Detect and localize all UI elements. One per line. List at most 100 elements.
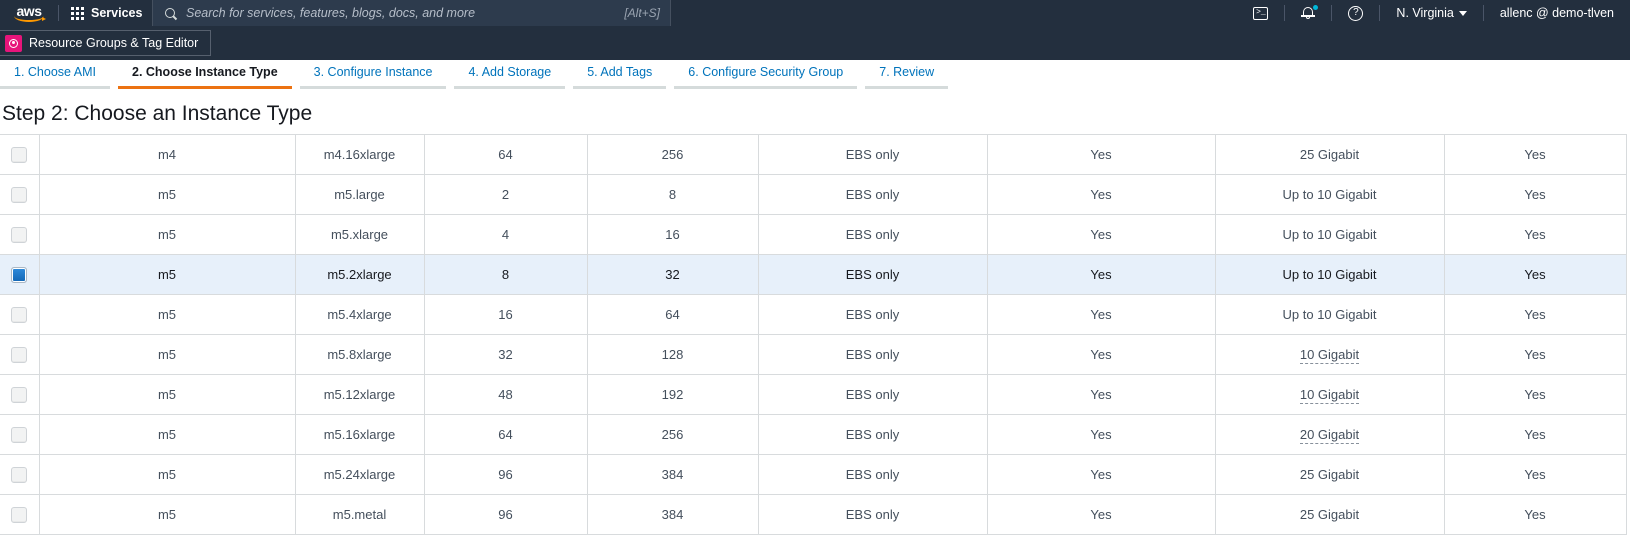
type-cell: m5.xlarge — [294, 214, 425, 255]
services-menu-button[interactable]: Services — [59, 0, 152, 26]
instance-storage-cell: EBS only — [757, 334, 988, 375]
row-select-cell[interactable] — [0, 494, 40, 535]
ipv6-support-cell: Yes — [1443, 214, 1627, 255]
search-icon — [165, 8, 175, 18]
ebs-optimized-cell: Yes — [986, 134, 1216, 175]
table-row[interactable]: m5 m5.large 2 8 EBS only Yes Up to 10 Gigabit Y… — [0, 174, 1627, 215]
family-cell: m5 — [38, 214, 296, 255]
vcpus-cell: 64 — [423, 134, 588, 175]
table-row[interactable]: m5 m5.4xlarge 16 64 EBS only Yes Up to 10 Giga… — [0, 294, 1627, 335]
instance-storage-cell: EBS only — [757, 134, 988, 175]
wizard-step-3[interactable]: 3. Configure Instance — [299, 60, 447, 89]
cloudshell-button[interactable]: >_ — [1237, 0, 1284, 26]
family-cell: m5 — [38, 454, 296, 495]
table-row[interactable]: m5 m5.16xlarge 64 256 EBS only Yes 20 Gigabit Y… — [0, 414, 1627, 455]
network-performance-tooltip-text[interactable]: 10 Gigabit — [1299, 347, 1360, 364]
notifications-button[interactable] — [1285, 0, 1331, 26]
type-cell: m5.metal — [294, 494, 425, 535]
search-placeholder-text: Search for services, features, blogs, do… — [186, 6, 476, 20]
network-performance-cell: 25 Gigabit — [1214, 454, 1445, 495]
wizard-step-underline — [865, 86, 949, 89]
ipv6-support-cell: Yes — [1443, 334, 1627, 375]
wizard-step-label: 2. Choose Instance Type — [132, 65, 278, 79]
table-row[interactable]: m5 m5.xlarge 4 16 EBS only Yes Up to 10 Gigabi… — [0, 214, 1627, 255]
instance-type-table-body: m4 m4.16xlarge 64 256 EBS only Yes 25 Gigabit Y… — [0, 134, 1627, 535]
wizard-step-1[interactable]: 1. Choose AMI — [0, 60, 110, 89]
network-performance-tooltip-text[interactable]: 20 Gigabit — [1299, 427, 1360, 444]
instance-storage-cell: EBS only — [757, 254, 988, 295]
network-performance-cell: Up to 10 Gigabit — [1214, 174, 1445, 215]
vcpus-cell: 16 — [423, 294, 588, 335]
row-select-cell[interactable] — [0, 374, 40, 415]
row-select-cell[interactable] — [0, 254, 40, 295]
wizard-step-label: 3. Configure Instance — [313, 65, 433, 79]
ipv6-support-cell: Yes — [1443, 254, 1627, 295]
wizard-step-label: 5. Add Tags — [587, 65, 653, 79]
help-circle-icon: ? — [1348, 5, 1364, 21]
row-select-cell[interactable] — [0, 334, 40, 375]
aws-logo[interactable]: aws — [0, 0, 58, 26]
row-select-cell[interactable] — [0, 214, 40, 255]
vcpus-cell: 96 — [423, 494, 588, 535]
resource-groups-tab[interactable]: Resource Groups & Tag Editor — [0, 30, 212, 56]
table-row[interactable]: m4 m4.16xlarge 64 256 EBS only Yes 25 Gigabit Y… — [0, 134, 1627, 175]
row-select-cell[interactable] — [0, 454, 40, 495]
page-title: Step 2: Choose an Instance Type — [2, 102, 313, 125]
network-performance-tooltip-text[interactable]: 10 Gigabit — [1299, 387, 1360, 404]
table-row[interactable]: m5 m5.8xlarge 32 128 EBS only Yes 10 Gigabit Ye… — [0, 334, 1627, 375]
help-button[interactable]: ? — [1332, 0, 1379, 26]
region-label: N. Virginia — [1396, 6, 1454, 20]
table-row[interactable]: m5 m5.24xlarge 96 384 EBS only Yes 25 Gigabit Y… — [0, 454, 1627, 495]
table-row[interactable]: m5 m5.metal 96 384 EBS only Yes 25 Gigabit Yes — [0, 494, 1627, 535]
network-performance-cell: Up to 10 Gigabit — [1214, 294, 1445, 335]
memory-cell: 128 — [586, 334, 759, 375]
global-search-input[interactable]: Search for services, features, blogs, do… — [152, 0, 671, 26]
memory-cell: 384 — [586, 494, 759, 535]
family-cell: m5 — [38, 374, 296, 415]
family-cell: m5 — [38, 174, 296, 215]
instance-storage-cell: EBS only — [757, 374, 988, 415]
row-select-cell[interactable] — [0, 174, 40, 215]
row-checkbox[interactable] — [11, 466, 28, 483]
network-performance-cell: 10 Gigabit — [1214, 374, 1445, 415]
wizard-step-2[interactable]: 2. Choose Instance Type — [118, 60, 292, 89]
row-checkbox[interactable] — [11, 266, 28, 283]
row-checkbox[interactable] — [11, 306, 28, 323]
account-menu[interactable]: allenc @ demo-tlven — [1484, 0, 1630, 26]
ebs-optimized-cell: Yes — [986, 374, 1216, 415]
row-checkbox[interactable] — [11, 386, 28, 403]
row-checkbox[interactable] — [11, 346, 28, 363]
memory-cell: 8 — [586, 174, 759, 215]
type-cell: m5.12xlarge — [294, 374, 425, 415]
wizard-step-6[interactable]: 6. Configure Security Group — [674, 60, 858, 89]
instance-storage-cell: EBS only — [757, 214, 988, 255]
memory-cell: 256 — [586, 414, 759, 455]
grid-menu-icon — [71, 6, 84, 20]
row-select-cell[interactable] — [0, 134, 40, 175]
wizard-steps: 1. Choose AMI 2. Choose Instance Type 3. C… — [0, 60, 1630, 93]
row-select-cell[interactable] — [0, 414, 40, 455]
table-row[interactable]: m5 m5.2xlarge 8 32 EBS only Yes Up to 10 Gigab… — [0, 254, 1627, 295]
chevron-down-icon — [1458, 10, 1467, 16]
type-cell: m5.16xlarge — [294, 414, 425, 455]
wizard-step-label: 6. Configure Security Group — [688, 65, 844, 79]
row-checkbox[interactable] — [11, 426, 28, 443]
wizard-step-4[interactable]: 4. Add Storage — [454, 60, 566, 89]
vcpus-cell: 8 — [423, 254, 588, 295]
row-checkbox[interactable] — [11, 506, 28, 523]
wizard-step-7[interactable]: 7. Review — [865, 60, 949, 89]
ebs-optimized-cell: Yes — [986, 214, 1216, 255]
row-checkbox[interactable] — [11, 226, 28, 243]
region-selector[interactable]: N. Virginia — [1380, 0, 1482, 26]
aws-logo-text: aws — [16, 2, 42, 19]
row-checkbox[interactable] — [11, 186, 28, 203]
wizard-step-5[interactable]: 5. Add Tags — [573, 60, 667, 89]
row-checkbox[interactable] — [11, 146, 28, 163]
bell-icon — [1301, 5, 1319, 20]
vcpus-cell: 2 — [423, 174, 588, 215]
ebs-optimized-cell: Yes — [986, 254, 1216, 295]
family-cell: m5 — [38, 414, 296, 455]
type-cell: m5.2xlarge — [294, 254, 425, 295]
table-row[interactable]: m5 m5.12xlarge 48 192 EBS only Yes 10 Gigabit Y… — [0, 374, 1627, 415]
row-select-cell[interactable] — [0, 294, 40, 335]
